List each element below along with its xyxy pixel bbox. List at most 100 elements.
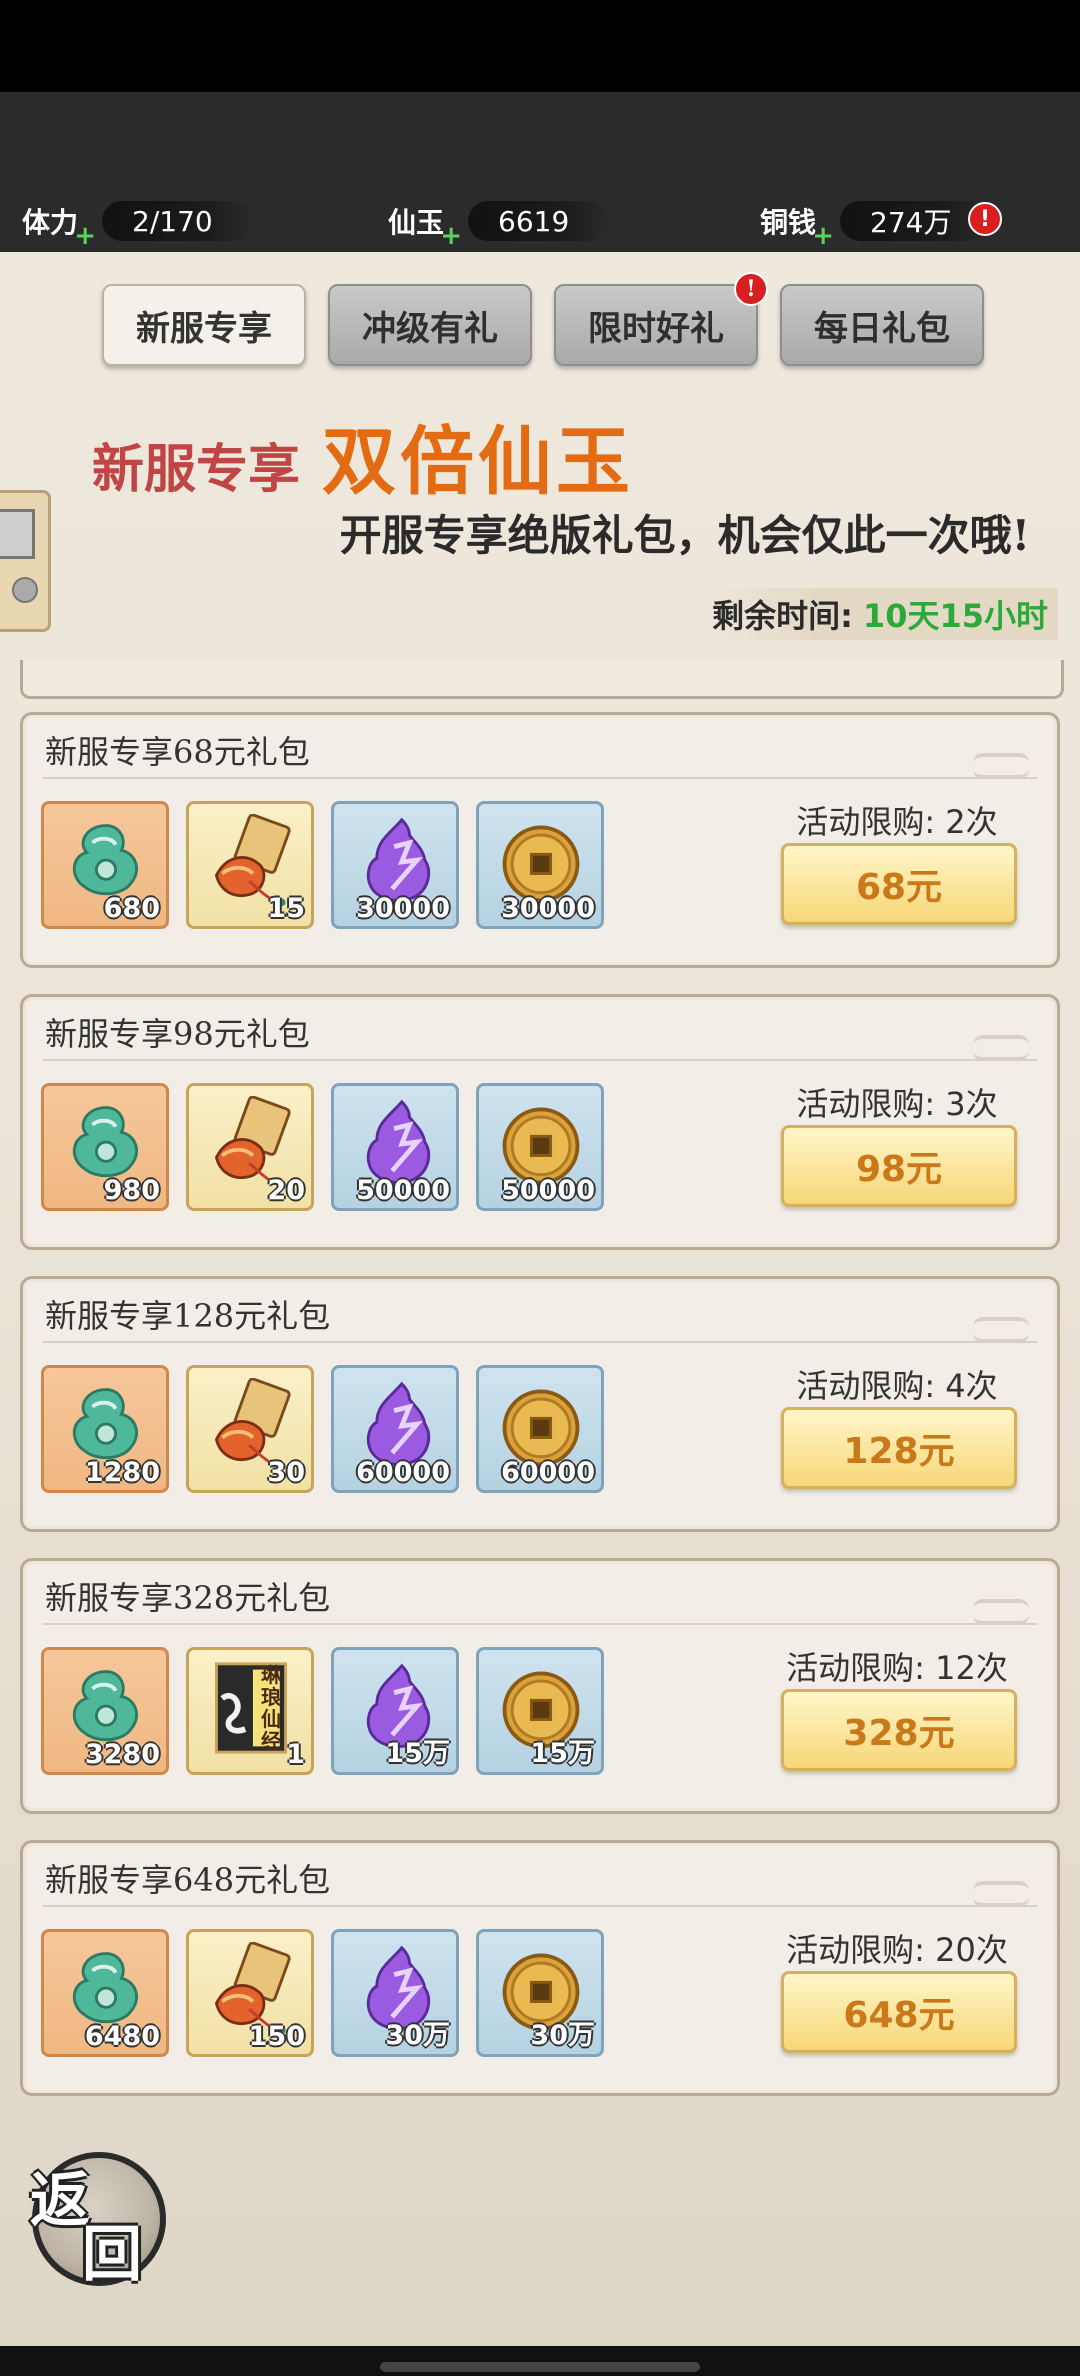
- reward-item[interactable]: 15万: [476, 1647, 604, 1775]
- reward-item[interactable]: 60000: [331, 1365, 459, 1493]
- pack-card: 新服专享648元礼包 6480 150 30万 30万 活动限购: 20次 648元: [20, 1840, 1060, 2096]
- reward-item[interactable]: 30万: [331, 1929, 459, 2057]
- countdown-label: 剩余时间:: [712, 597, 853, 635]
- pack-title: 新服专享68元礼包: [45, 733, 310, 771]
- gift-panel: 新服专享 冲级有礼 限时好礼 ! 每日礼包 新服专享 双倍仙玉 开服专享绝版礼包…: [0, 252, 1080, 2346]
- purchase-limit: 活动限购: 2次: [796, 803, 998, 841]
- coin-alert-icon: !: [968, 202, 1002, 236]
- reward-item[interactable]: 20: [186, 1083, 314, 1211]
- banner-title-big: 双倍仙玉: [322, 419, 635, 505]
- reward-item[interactable]: 50000: [331, 1083, 459, 1211]
- jade-plus-icon[interactable]: +: [440, 221, 462, 251]
- reward-item[interactable]: 琳琅仙经 1: [186, 1647, 314, 1775]
- reward-item[interactable]: 680: [41, 801, 169, 929]
- item-count: 1280: [84, 1457, 160, 1488]
- reward-item[interactable]: 50000: [476, 1083, 604, 1211]
- tab-level-up[interactable]: 冲级有礼: [328, 284, 532, 366]
- pack-items: 980 20 50000 50000: [41, 1083, 604, 1211]
- coin-resource[interactable]: 铜钱 + 274万: [760, 195, 992, 251]
- tab-new-server[interactable]: 新服专享: [102, 284, 306, 366]
- pack-divider: [43, 1905, 1037, 1907]
- side-device-icon[interactable]: [0, 490, 51, 632]
- pack-title: 新服专享98元礼包: [45, 1015, 310, 1053]
- item-count: 15万: [530, 1738, 595, 1769]
- cloud-ornament-icon: [973, 1599, 1029, 1625]
- cloud-ornament-icon: [973, 1881, 1029, 1907]
- reward-item[interactable]: 1280: [41, 1365, 169, 1493]
- reward-item[interactable]: 30: [186, 1365, 314, 1493]
- reward-item[interactable]: 150: [186, 1929, 314, 2057]
- item-count: 60000: [356, 1457, 450, 1488]
- stamina-plus-icon[interactable]: +: [74, 221, 96, 251]
- pack-card-partial: [20, 660, 1064, 699]
- purchase-limit: 活动限购: 12次: [786, 1649, 1008, 1687]
- pack-card: 新服专享128元礼包 1280 30 60000 60000 活动限购: 4次 128…: [20, 1276, 1060, 1532]
- banner-title-small: 新服专享: [92, 439, 301, 500]
- buy-button[interactable]: 98元: [781, 1125, 1017, 1207]
- back-char-1: 返: [30, 2166, 90, 2236]
- item-count: 50000: [501, 1175, 595, 1206]
- banner-subtitle: 开服专享绝版礼包，机会仅此一次哦!: [339, 511, 1030, 560]
- cloud-ornament-icon: [973, 1035, 1029, 1061]
- pack-divider: [43, 777, 1037, 779]
- reward-item[interactable]: 15万: [331, 1647, 459, 1775]
- device-screen: [0, 509, 35, 559]
- pack-card: 新服专享328元礼包 3280 琳琅仙经 1 15万 15万 活动限购: 12次 328…: [20, 1558, 1060, 1814]
- item-count: 50000: [356, 1175, 450, 1206]
- jade-resource[interactable]: 仙玉 + 6619: [388, 195, 610, 251]
- buy-button[interactable]: 68元: [781, 843, 1017, 925]
- reward-item[interactable]: 30万: [476, 1929, 604, 2057]
- pack-title: 新服专享328元礼包: [45, 1579, 331, 1617]
- reward-item[interactable]: 15: [186, 801, 314, 929]
- item-count: 6480: [84, 2021, 160, 2052]
- tab-limited-time-label: 限时好礼: [588, 308, 724, 349]
- buy-button[interactable]: 328元: [781, 1689, 1017, 1771]
- item-count: 1: [286, 1739, 305, 1770]
- pack-list: 新服专享68元礼包 680 15 30000 30000 活动限购: 2次 68元 新…: [20, 712, 1060, 2122]
- item-count: 60000: [501, 1457, 595, 1488]
- purchase-limit: 活动限购: 20次: [786, 1931, 1008, 1969]
- tab-limited-time[interactable]: 限时好礼 !: [554, 272, 768, 366]
- stamina-value: 2/170: [102, 201, 253, 241]
- nav-bar: [0, 2346, 1080, 2376]
- pack-divider: [43, 1341, 1037, 1343]
- buy-button[interactable]: 648元: [781, 1971, 1017, 2053]
- reward-item[interactable]: 3280: [41, 1647, 169, 1775]
- pack-card: 新服专享68元礼包 680 15 30000 30000 活动限购: 2次 68元: [20, 712, 1060, 968]
- item-count: 30万: [385, 2020, 450, 2051]
- item-count: 20: [267, 1175, 305, 1206]
- buy-button[interactable]: 128元: [781, 1407, 1017, 1489]
- pack-items: 6480 150 30万 30万: [41, 1929, 604, 2057]
- reward-item[interactable]: 6480: [41, 1929, 169, 2057]
- pack-title: 新服专享128元礼包: [45, 1297, 331, 1335]
- reward-item[interactable]: 30000: [476, 801, 604, 929]
- pack-divider: [43, 1059, 1037, 1061]
- purchase-limit: 活动限购: 4次: [796, 1367, 998, 1405]
- pack-items: 3280 琳琅仙经 1 15万 15万: [41, 1647, 604, 1775]
- banner-title: 新服专享 双倍仙玉: [92, 402, 634, 509]
- device-knob: [12, 577, 38, 603]
- back-button[interactable]: 返 回: [30, 2152, 166, 2290]
- reward-item[interactable]: 60000: [476, 1365, 604, 1493]
- item-count: 15: [267, 893, 305, 924]
- status-bar: [0, 0, 1080, 92]
- item-count: 30: [267, 1457, 305, 1488]
- jade-value: 6619: [468, 201, 610, 241]
- coin-label: 铜钱 +: [760, 206, 835, 251]
- coin-plus-icon[interactable]: +: [812, 221, 834, 251]
- tab-bar: 新服专享 冲级有礼 限时好礼 ! 每日礼包: [102, 272, 984, 366]
- tab-daily[interactable]: 每日礼包: [780, 284, 984, 366]
- reward-item[interactable]: 980: [41, 1083, 169, 1211]
- stamina-resource[interactable]: 体力 + 2/170: [22, 195, 253, 251]
- reward-item[interactable]: 30000: [331, 801, 459, 929]
- item-count: 15万: [385, 1738, 450, 1769]
- item-count: 3280: [84, 1739, 160, 1770]
- home-indicator[interactable]: [380, 2362, 700, 2372]
- pack-card: 新服专享98元礼包 980 20 50000 50000 活动限购: 3次 98元: [20, 994, 1060, 1250]
- back-char-2: 回: [82, 2220, 142, 2290]
- item-count: 980: [103, 1175, 160, 1206]
- countdown: 剩余时间: 10天15小时: [712, 588, 1058, 640]
- item-count: 30000: [356, 893, 450, 924]
- purchase-limit: 活动限购: 3次: [796, 1085, 998, 1123]
- cloud-ornament-icon: [973, 753, 1029, 779]
